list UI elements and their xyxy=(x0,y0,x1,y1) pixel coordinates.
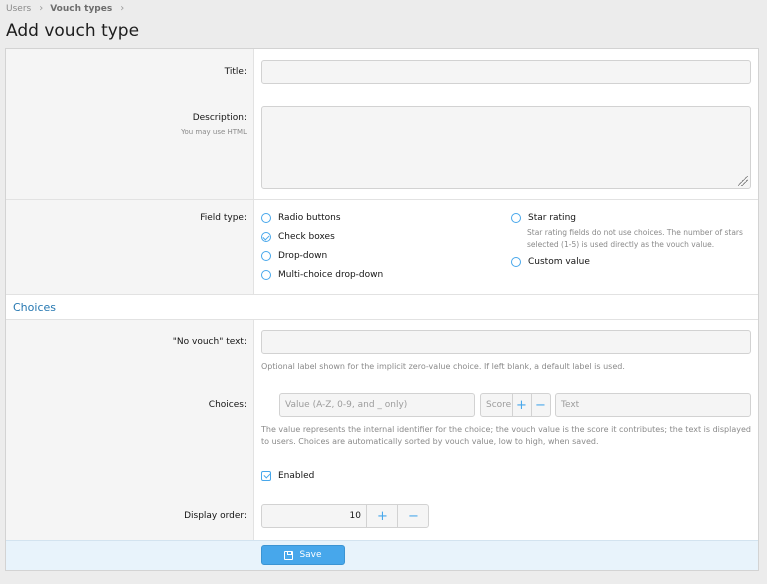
choice-value-input[interactable]: Value (A-Z, 0-9, and _ only) xyxy=(279,393,475,417)
breadcrumb: Users › Vouch types › xyxy=(6,3,131,14)
title-label: Title: xyxy=(224,67,247,77)
multi-choice-option[interactable]: Multi-choice drop-down xyxy=(261,270,383,280)
breadcrumb-users[interactable]: Users xyxy=(6,4,31,14)
multi-choice-label: Multi-choice drop-down xyxy=(278,270,384,280)
description-label: Description: xyxy=(192,113,247,123)
choice-score-input[interactable]: Score + − xyxy=(480,393,551,417)
score-plus-icon[interactable]: + xyxy=(512,394,530,416)
star-rating-label: Star rating xyxy=(528,213,576,223)
resize-handle-icon[interactable] xyxy=(738,176,748,186)
radio-circle-icon xyxy=(261,270,271,280)
choice-text-input[interactable]: Text xyxy=(555,393,751,417)
check-boxes-option[interactable]: Check boxes xyxy=(261,232,335,242)
divider xyxy=(6,199,758,200)
enabled-label: Enabled xyxy=(278,471,315,481)
description-hint: You may use HTML xyxy=(181,128,247,136)
form-footer: Save xyxy=(6,540,758,570)
description-textarea[interactable] xyxy=(261,106,751,189)
title-input[interactable] xyxy=(261,60,751,84)
drop-down-option[interactable]: Drop-down xyxy=(261,251,327,261)
star-rating-hint: Star rating fields do not use choices. T… xyxy=(527,228,743,249)
save-icon xyxy=(284,550,294,560)
breadcrumb-vouch-types[interactable]: Vouch types xyxy=(50,4,112,14)
drop-down-label: Drop-down xyxy=(278,251,328,261)
radio-circle-icon xyxy=(261,251,271,261)
choices-hint: The value represents the internal identi… xyxy=(261,425,751,446)
display-order-value[interactable]: 10 xyxy=(350,511,361,521)
vouch-type-form: Title: Description: You may use HTML Fie… xyxy=(5,48,759,571)
save-label: Save xyxy=(299,550,322,560)
page-title: Add vouch type xyxy=(6,21,140,41)
enabled-checkbox[interactable]: Enabled xyxy=(261,471,314,481)
checkbox-checked-icon xyxy=(261,471,271,481)
star-rating-option[interactable]: Star rating xyxy=(511,213,576,223)
chevron-right-icon: › xyxy=(120,3,125,14)
radio-circle-icon xyxy=(511,257,521,267)
chevron-right-icon: › xyxy=(39,3,44,14)
radio-checked-icon xyxy=(261,232,271,242)
radio-buttons-label: Radio buttons xyxy=(278,213,341,223)
radio-circle-icon xyxy=(261,213,271,223)
radio-circle-icon xyxy=(511,213,521,223)
check-boxes-label: Check boxes xyxy=(278,232,335,242)
choices-label: Choices: xyxy=(208,400,247,410)
no-vouch-input[interactable] xyxy=(261,330,751,354)
label-column-bottom xyxy=(6,320,254,540)
display-order-label: Display order: xyxy=(184,511,247,521)
save-button[interactable]: Save xyxy=(261,545,345,565)
no-vouch-label: "No vouch" text: xyxy=(172,337,247,347)
section-choices-title: Choices xyxy=(13,301,56,314)
radio-buttons-option[interactable]: Radio buttons xyxy=(261,213,341,223)
custom-value-option[interactable]: Custom value xyxy=(511,257,590,267)
order-minus-icon[interactable]: − xyxy=(397,505,429,527)
custom-value-label: Custom value xyxy=(528,257,590,267)
order-plus-icon[interactable]: + xyxy=(366,505,398,527)
no-vouch-hint: Optional label shown for the implicit ze… xyxy=(261,362,625,371)
label-column-top xyxy=(6,49,254,294)
display-order-stepper[interactable]: 10 + − xyxy=(261,504,429,528)
choice-score-placeholder: Score xyxy=(486,400,512,410)
field-type-label: Field type: xyxy=(200,213,247,223)
section-choices: Choices xyxy=(6,294,758,320)
score-minus-icon[interactable]: − xyxy=(531,394,549,416)
